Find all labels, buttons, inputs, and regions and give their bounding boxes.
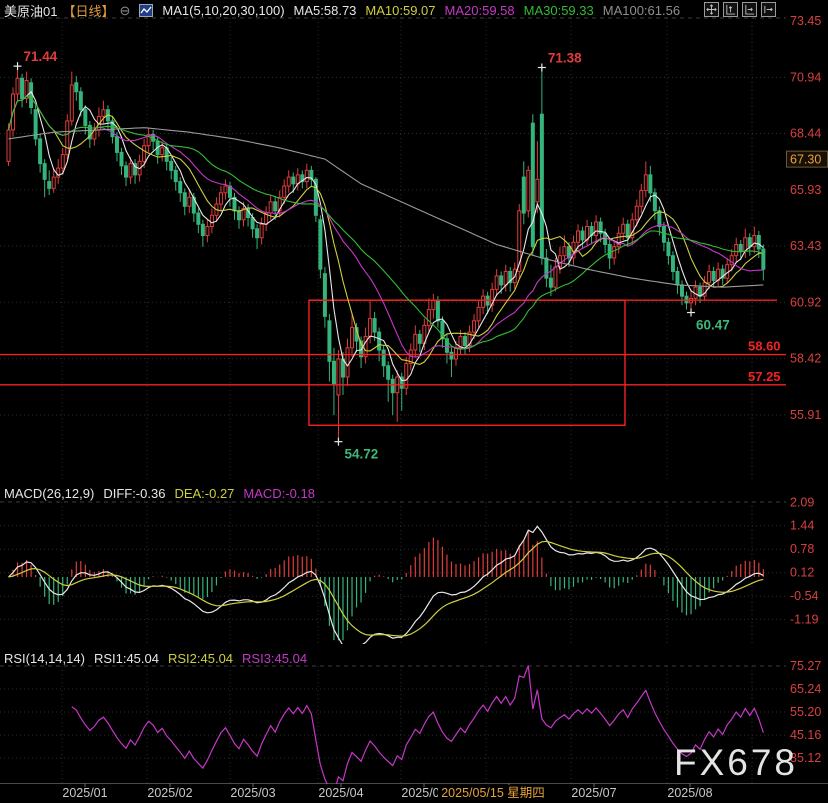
symbol-name: 美原油01 bbox=[4, 1, 57, 20]
hline-price-label: 57.25 bbox=[748, 369, 781, 384]
main-chart-header: 美原油01 【日线】 ⊖ MA1(5,10,20,30,100) MA5:58.… bbox=[4, 1, 680, 20]
chart-toolbar bbox=[704, 2, 776, 17]
rsi-title[interactable]: RSI(14,14,14) bbox=[4, 651, 85, 666]
gridlines bbox=[0, 18, 828, 784]
y-scale-tool-icon[interactable] bbox=[723, 2, 738, 17]
macd-dea-readout: DEA:-0.27 bbox=[174, 486, 234, 501]
indicator-icon[interactable] bbox=[139, 4, 153, 17]
macd-dea-line bbox=[9, 541, 764, 636]
extreme-price-label: 71.38 bbox=[548, 50, 582, 65]
chart-canvas[interactable]: 58.60 57.2573.4570.9468.4465.9363.4360.92… bbox=[0, 0, 828, 803]
hline-price-label: 58.60 bbox=[748, 339, 781, 354]
extreme-price-label: 54.72 bbox=[344, 447, 378, 462]
ma20-readout: MA20:59.58 bbox=[445, 3, 515, 18]
rsi1-readout: RSI1:45.04 bbox=[94, 651, 159, 666]
rsi3-readout: RSI3:45.04 bbox=[242, 651, 307, 666]
macd-layer bbox=[9, 526, 764, 647]
ma-lines bbox=[9, 92, 764, 381]
ma100-readout: MA100:61.56 bbox=[603, 3, 680, 18]
rsi-line bbox=[72, 666, 764, 793]
ma5-line bbox=[9, 92, 764, 381]
macd-diff-readout: DIFF:-0.36 bbox=[103, 486, 165, 501]
period-selector[interactable]: 【日线】 bbox=[62, 1, 114, 20]
chart-app: 58.60 57.2573.4570.9468.4465.9363.4360.92… bbox=[0, 0, 828, 803]
time-axis[interactable] bbox=[0, 783, 786, 803]
extreme-price-label: 60.47 bbox=[696, 318, 730, 333]
ma5-readout: MA5:58.73 bbox=[294, 3, 357, 18]
axis-labels: 73.4570.9468.4465.9363.4360.9258.4255.91… bbox=[62, 14, 827, 802]
ma30-readout: MA30:59.33 bbox=[524, 3, 594, 18]
rsi2-readout: RSI2:45.04 bbox=[168, 651, 233, 666]
pan-tool-icon[interactable] bbox=[761, 2, 776, 17]
ma30-line bbox=[9, 96, 764, 349]
price-annotations: 71.44 71.38 54.72 60.47 bbox=[14, 49, 730, 462]
move-tool-icon[interactable] bbox=[704, 2, 719, 17]
ma-settings-label[interactable]: MA1(5,10,20,30,100) bbox=[162, 3, 284, 18]
macd-macd-readout: MACD:-0.18 bbox=[243, 486, 315, 501]
macd-panel-header: MACD(26,12,9) DIFF:-0.36 DEA:-0.27 MACD:… bbox=[4, 486, 315, 501]
ma10-readout: MA10:59.07 bbox=[365, 3, 435, 18]
price-axis[interactable] bbox=[786, 18, 828, 783]
rsi-layer bbox=[72, 666, 764, 793]
ma20-line bbox=[9, 96, 764, 357]
extreme-price-label: 71.44 bbox=[24, 49, 58, 64]
rsi-panel-header: RSI(14,14,14) RSI1:45.04 RSI2:45.04 RSI3… bbox=[4, 651, 307, 666]
x-scale-tool-icon[interactable] bbox=[742, 2, 757, 17]
drawn-rectangle[interactable] bbox=[309, 300, 625, 425]
macd-title[interactable]: MACD(26,12,9) bbox=[4, 486, 94, 501]
collapse-icon[interactable]: ⊖ bbox=[119, 3, 130, 19]
watermark: FX678 bbox=[674, 742, 798, 784]
